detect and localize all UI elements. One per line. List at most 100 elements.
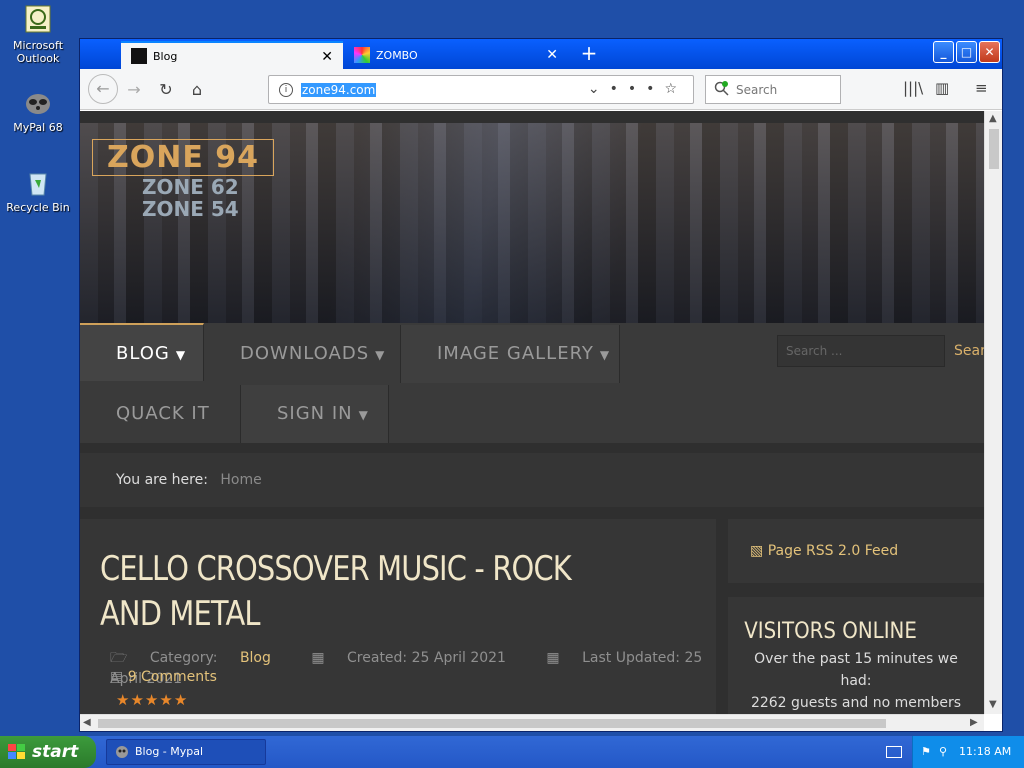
url-bar[interactable]: i zone94.com ⌄•••☆ bbox=[268, 75, 694, 104]
visitors-title: VISITORS ONLINE bbox=[744, 619, 917, 644]
network-icon[interactable]: ⚑ bbox=[921, 736, 931, 768]
reload-button[interactable]: ↻ bbox=[155, 79, 177, 101]
breadcrumb: You are here: Home bbox=[80, 453, 984, 507]
desktop-icon-label: MyPal 68 bbox=[13, 121, 63, 134]
library-icon[interactable]: |||\ bbox=[903, 79, 923, 97]
desktop-icon-mypal[interactable]: MyPal 68 bbox=[0, 86, 76, 134]
site-search-button[interactable]: Search bbox=[946, 335, 984, 367]
close-window-button[interactable]: ✕ bbox=[979, 41, 1000, 63]
navigation-bar: ← → ↻ ⌂ i zone94.com ⌄•••☆ Search |||\ ▥… bbox=[80, 69, 1002, 110]
folder-icon: 🗁 bbox=[110, 650, 128, 666]
menu-label: IMAGE GALLERY bbox=[437, 343, 594, 364]
menu-item-blog[interactable]: BLOG ▼ bbox=[80, 323, 204, 381]
dropdown-chevron-icon[interactable]: ⌄ bbox=[588, 81, 610, 97]
menu-label: DOWNLOADS bbox=[240, 343, 370, 364]
home-button[interactable]: ⌂ bbox=[186, 79, 208, 101]
visitors-text: Over the past 15 minutes we had: 2262 gue… bbox=[728, 644, 984, 714]
caret-down-icon: ▼ bbox=[175, 348, 187, 362]
url-text[interactable]: zone94.com bbox=[301, 82, 377, 97]
new-tab-button[interactable]: + bbox=[576, 41, 602, 65]
scroll-down-icon[interactable]: ▼ bbox=[989, 699, 997, 710]
menu-item-quack-it[interactable]: QUACK IT bbox=[80, 385, 241, 443]
caret-down-icon: ▼ bbox=[358, 408, 369, 422]
desktop-icon-outlook[interactable]: Microsoft Outlook bbox=[0, 4, 76, 65]
created-date: ▦ Created: 25 April 2021 bbox=[311, 650, 524, 666]
zombo-favicon-icon bbox=[354, 47, 370, 63]
comments-text: 9 Comments bbox=[127, 669, 217, 685]
desktop-icon-recycle-bin[interactable]: Recycle Bin bbox=[0, 166, 76, 214]
star-icon[interactable]: ★ bbox=[116, 691, 130, 709]
comments-link[interactable]: ▤ 9 Comments bbox=[110, 669, 217, 685]
url-bar-actions: ⌄•••☆ bbox=[588, 81, 687, 97]
forward-button[interactable]: → bbox=[123, 79, 145, 101]
start-button[interactable]: start bbox=[0, 736, 96, 768]
comment-icon: ▤ bbox=[110, 669, 124, 685]
tab-label: Blog bbox=[153, 49, 178, 63]
vertical-scrollbar[interactable]: ▲ ▼ bbox=[984, 111, 1002, 714]
tab-zombo[interactable]: ZOMBO ✕ bbox=[344, 41, 568, 69]
page-content: ZONE 94 ZONE 62 ZONE 54 BLOG ▼ DOWNLOADS ▼… bbox=[80, 111, 984, 714]
site-logo[interactable]: ZONE 94 ZONE 62 ZONE 54 bbox=[92, 139, 275, 221]
star-icon[interactable]: ★ bbox=[145, 691, 159, 709]
logo-main: ZONE 94 bbox=[92, 139, 275, 176]
taskbar: start Blog - Mypal ⚑ ⚲ 11:18 AM bbox=[0, 736, 1024, 768]
back-button[interactable]: ← bbox=[88, 74, 118, 104]
menu-label: QUACK IT bbox=[116, 403, 210, 424]
breadcrumb-label: You are here: bbox=[116, 472, 208, 488]
outlook-icon bbox=[25, 5, 51, 33]
site-search-placeholder: Search ... bbox=[786, 344, 843, 358]
tab-blog[interactable]: Blog ✕ bbox=[121, 41, 343, 69]
scroll-left-icon[interactable]: ◀ bbox=[83, 717, 91, 728]
scrollbar-thumb[interactable] bbox=[98, 719, 886, 728]
site-info-icon[interactable]: i bbox=[279, 82, 293, 97]
calendar-icon: ▦ bbox=[546, 650, 560, 666]
scrollbar-thumb[interactable] bbox=[989, 129, 999, 169]
caret-down-icon: ▼ bbox=[375, 348, 386, 362]
sidebar-icon[interactable]: ▥ bbox=[935, 79, 949, 97]
taskbar-item-blog[interactable]: Blog - Mypal bbox=[106, 739, 266, 765]
site-search-input[interactable]: Search ... bbox=[777, 335, 945, 367]
menu-item-image-gallery[interactable]: IMAGE GALLERY ▼ bbox=[401, 325, 620, 383]
rss-link[interactable]: Page RSS 2.0 Feed bbox=[768, 543, 898, 559]
site-search-button-label: Search bbox=[954, 343, 984, 359]
search-icon bbox=[714, 81, 729, 96]
article-title[interactable]: CELLO CROSSOVER MUSIC - ROCK AND METAL bbox=[100, 547, 576, 637]
menu-icon[interactable]: ≡ bbox=[975, 79, 988, 97]
category-link[interactable]: Blog bbox=[240, 650, 271, 666]
magnifier-icon[interactable]: ⚲ bbox=[939, 736, 947, 768]
clock[interactable]: 11:18 AM bbox=[959, 745, 1011, 758]
category-label: Category: bbox=[149, 650, 218, 666]
raccoon-icon bbox=[116, 746, 128, 758]
close-tab-icon[interactable]: ✕ bbox=[546, 47, 558, 63]
close-tab-icon[interactable]: ✕ bbox=[321, 49, 333, 65]
scroll-right-icon[interactable]: ▶ bbox=[970, 717, 978, 728]
desktop-icon-label: Outlook bbox=[16, 52, 60, 65]
page-actions-icon[interactable]: ••• bbox=[610, 81, 665, 97]
menu-label: SIGN IN bbox=[277, 403, 353, 424]
minimize-button[interactable]: _ bbox=[933, 41, 954, 63]
desktop-icon-label: Recycle Bin bbox=[6, 201, 70, 214]
star-icon[interactable]: ★ bbox=[174, 691, 188, 709]
search-input[interactable]: Search bbox=[705, 75, 841, 104]
horizontal-scrollbar[interactable]: ◀ ▶ bbox=[80, 714, 984, 731]
breadcrumb-home-link[interactable]: Home bbox=[220, 472, 261, 488]
scroll-up-icon[interactable]: ▲ bbox=[989, 113, 997, 124]
star-icon[interactable]: ★ bbox=[130, 691, 144, 709]
rating-stars[interactable]: ★★★★★ bbox=[116, 691, 188, 709]
desktop-icon-label: Microsoft bbox=[12, 39, 64, 52]
rss-icon: ▧ bbox=[750, 543, 764, 559]
maximize-button[interactable]: □ bbox=[956, 41, 977, 63]
raccoon-icon bbox=[26, 94, 50, 114]
keyboard-icon[interactable] bbox=[886, 746, 902, 758]
star-icon[interactable]: ★ bbox=[159, 691, 173, 709]
title-bar: Blog ✕ ZOMBO ✕ + _ □ ✕ bbox=[80, 39, 1002, 69]
main-menu: BLOG ▼ DOWNLOADS ▼ IMAGE GALLERY ▼ QUACK IT… bbox=[80, 323, 984, 443]
visitors-module: VISITORS ONLINE Over the past 15 minutes… bbox=[728, 597, 984, 714]
menu-item-downloads[interactable]: DOWNLOADS ▼ bbox=[204, 325, 401, 383]
logo-sub: ZONE 54 bbox=[142, 197, 239, 221]
bookmark-star-icon[interactable]: ☆ bbox=[664, 81, 687, 97]
recycle-bin-icon bbox=[29, 173, 47, 196]
created-text: Created: 25 April 2021 bbox=[347, 650, 506, 666]
menu-item-sign-in[interactable]: SIGN IN ▼ bbox=[241, 385, 389, 443]
blog-favicon-icon bbox=[131, 48, 147, 64]
